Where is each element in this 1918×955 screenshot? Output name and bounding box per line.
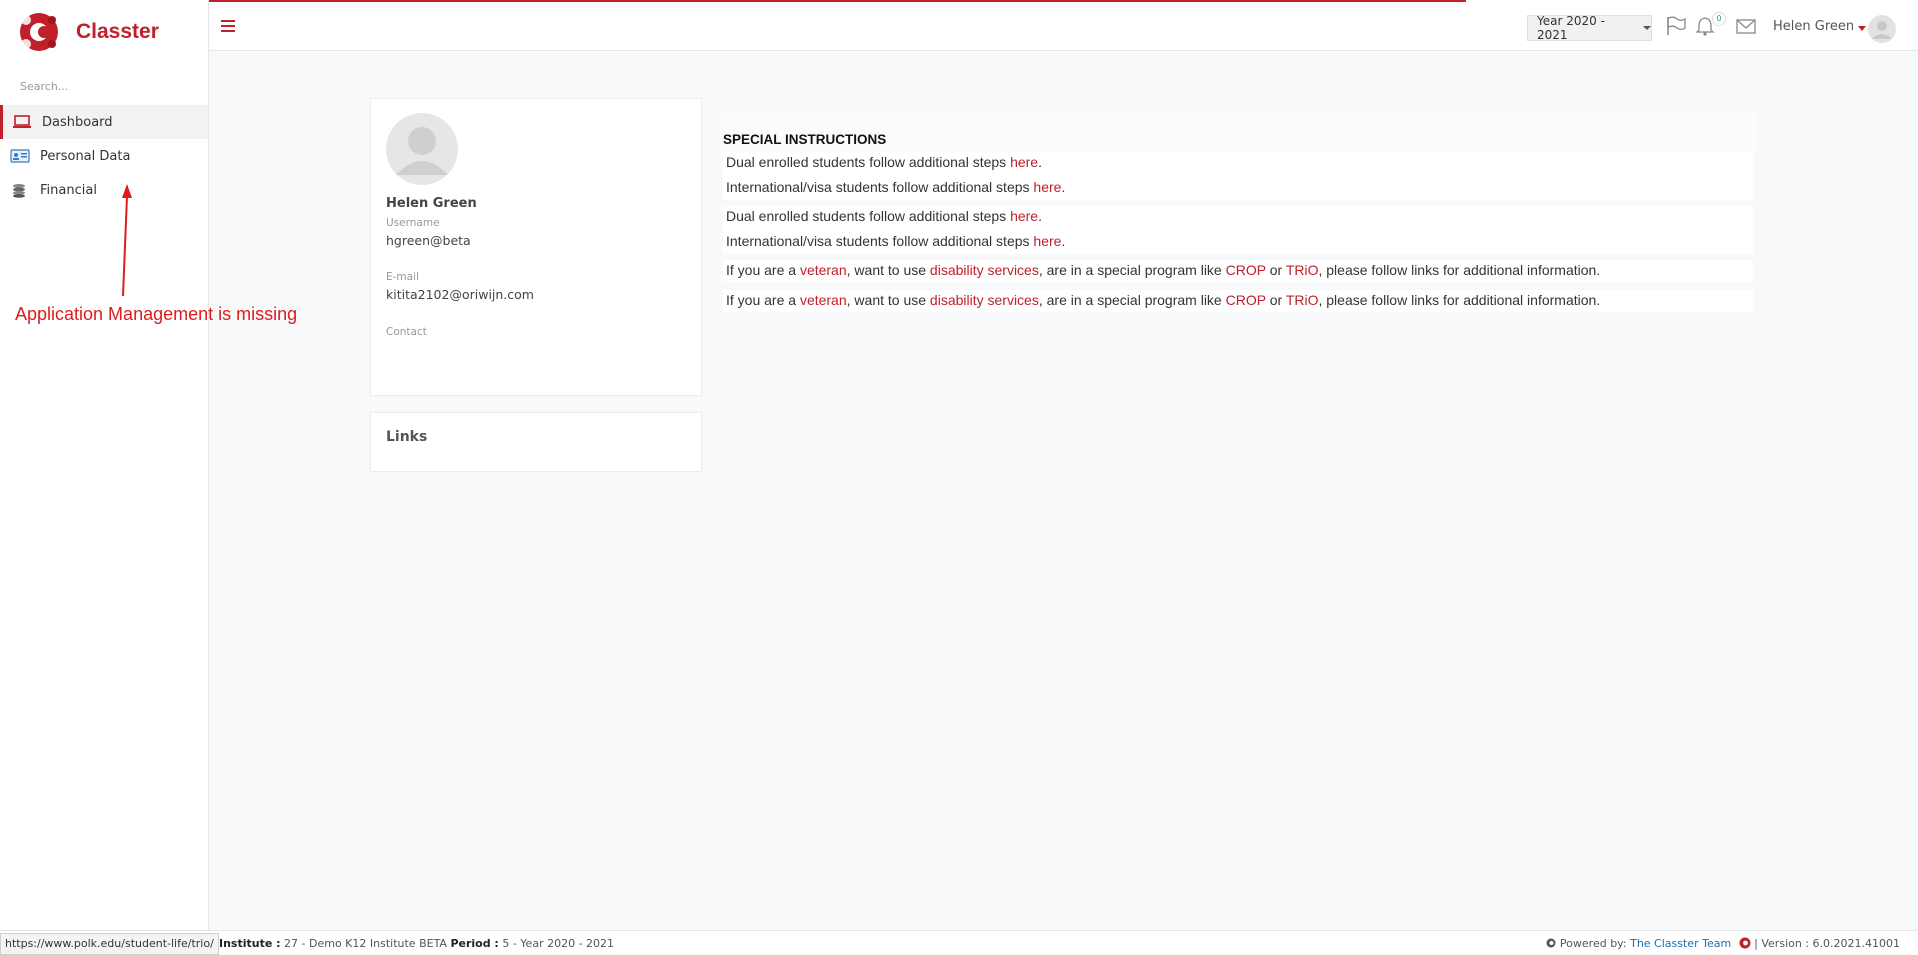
instruction-line: If you are a veteran, want to use disabi… — [726, 262, 1600, 278]
notification-count-badge: 0 — [1712, 12, 1726, 26]
instruction-text: , are in a special program like — [1038, 292, 1226, 308]
instruction-line: International/visa students follow addit… — [726, 233, 1066, 249]
instruction-line: International/visa students follow addit… — [726, 179, 1066, 195]
sidebar-item-financial[interactable]: Financial — [0, 173, 208, 207]
search-input[interactable] — [18, 76, 202, 96]
trio-link[interactable]: TRiO — [1286, 292, 1319, 308]
hamburger-menu-icon[interactable] — [221, 20, 235, 32]
instruction-text: or — [1265, 262, 1286, 278]
sidebar-item-dashboard[interactable]: Dashboard — [0, 105, 208, 139]
instruction-text: If you are a — [726, 262, 800, 278]
profile-name: Helen Green — [386, 196, 477, 211]
crop-link[interactable]: CROP — [1226, 292, 1266, 308]
instruction-link-here[interactable]: here — [1033, 179, 1061, 195]
footer-credits: Powered by: The Classter Team | Version … — [1546, 937, 1900, 950]
envelope-icon[interactable] — [1735, 16, 1757, 36]
loading-bar — [209, 0, 1466, 2]
chevron-down-icon — [1643, 26, 1651, 30]
instruction-link-here[interactable]: here — [1010, 208, 1038, 224]
institute-label: Institute : — [219, 937, 281, 950]
brand-name: Classter — [76, 20, 159, 43]
classter-logo-icon — [1739, 937, 1751, 949]
instruction-text: International/visa students follow addit… — [726, 233, 1034, 249]
sidebar-item-label: Personal Data — [40, 148, 131, 164]
veteran-link[interactable]: veteran — [800, 262, 847, 278]
instructions-title: SPECIAL INSTRUCTIONS — [723, 132, 887, 147]
instruction-text: If you are a — [726, 292, 800, 308]
instruction-text: Dual enrolled students follow additional… — [726, 208, 1011, 224]
profile-avatar — [386, 113, 458, 185]
instruction-text: , want to use — [846, 292, 930, 308]
flag-icon[interactable] — [1665, 16, 1687, 36]
special-instructions: SPECIAL INSTRUCTIONS Dual enrolled stude… — [720, 112, 1757, 314]
id-card-icon — [10, 148, 30, 164]
institute-value: 27 - Demo K12 Institute BETA — [280, 937, 451, 950]
year-select-value: Year 2020 - 2021 — [1537, 14, 1605, 42]
user-menu-caret-icon[interactable] — [1858, 26, 1866, 31]
instruction-line: Dual enrolled students follow additional… — [726, 208, 1042, 224]
sidebar-item-label: Financial — [40, 182, 97, 198]
disability-services-link[interactable]: disability services — [930, 292, 1039, 308]
instruction-text: International/visa students follow addit… — [726, 179, 1034, 195]
instruction-text: , please follow links for additional inf… — [1318, 292, 1601, 308]
top-bar: Year 2020 - 2021 0 Helen Green — [209, 0, 1918, 51]
instruction-link-here[interactable]: here — [1033, 233, 1061, 249]
classter-small-icon — [1546, 938, 1556, 948]
year-select[interactable]: Year 2020 - 2021 — [1527, 14, 1652, 42]
sidebar: Classter Dashboard Pe — [0, 0, 209, 954]
instruction-text: or — [1265, 292, 1286, 308]
profile-card: Helen Green Username hgreen@beta E-mail … — [370, 98, 702, 396]
annotation-arrow-icon — [122, 184, 132, 296]
links-card: Links — [370, 412, 702, 472]
instruction-text: Dual enrolled students follow additional… — [726, 154, 1011, 170]
laptop-icon — [12, 114, 32, 130]
classter-team-link[interactable]: The Classter Team — [1630, 937, 1731, 950]
links-title: Links — [386, 429, 428, 445]
instruction-line: If you are a veteran, want to use disabi… — [726, 292, 1600, 308]
disability-services-link[interactable]: disability services — [930, 262, 1039, 278]
username-label: Username — [386, 217, 440, 229]
contact-label: Contact — [386, 326, 427, 338]
sidebar-item-label: Dashboard — [42, 114, 113, 130]
instruction-text: , please follow links for additional inf… — [1318, 262, 1601, 278]
period-label: Period : — [450, 937, 499, 950]
email-label: E-mail — [386, 271, 419, 283]
sidebar-nav: Dashboard Personal Data Financial — [0, 105, 208, 207]
version-text: | Version : 6.0.2021.41001 — [1750, 937, 1900, 950]
period-value: 5 - Year 2020 - 2021 — [498, 937, 615, 950]
user-avatar[interactable] — [1868, 15, 1896, 43]
instruction-line: Dual enrolled students follow additional… — [726, 154, 1042, 170]
veteran-link[interactable]: veteran — [800, 292, 847, 308]
trio-link[interactable]: TRiO — [1286, 262, 1319, 278]
email-value: kitita2102@oriwijn.com — [386, 287, 534, 302]
username-value: hgreen@beta — [386, 233, 471, 248]
brand-logo[interactable]: Classter — [18, 10, 159, 54]
user-menu[interactable]: Helen Green — [1773, 19, 1854, 34]
sidebar-item-personal-data[interactable]: Personal Data — [0, 139, 208, 173]
footer-context: Institute : 27 - Demo K12 Institute BETA… — [219, 937, 614, 950]
instruction-text: , are in a special program like — [1038, 262, 1226, 278]
instruction-text: , want to use — [846, 262, 930, 278]
powered-by-text: Powered by: — [1556, 937, 1631, 950]
status-bar-url: https://www.polk.edu/student-life/trio/ — [0, 933, 219, 955]
annotation-note: Application Management is missing — [15, 304, 298, 324]
crop-link[interactable]: CROP — [1226, 262, 1266, 278]
instruction-link-here[interactable]: here — [1010, 154, 1038, 170]
coins-icon — [10, 182, 30, 198]
footer: https://www.polk.edu/student-life/trio/ … — [0, 930, 1918, 955]
classter-logo-icon — [20, 13, 58, 51]
